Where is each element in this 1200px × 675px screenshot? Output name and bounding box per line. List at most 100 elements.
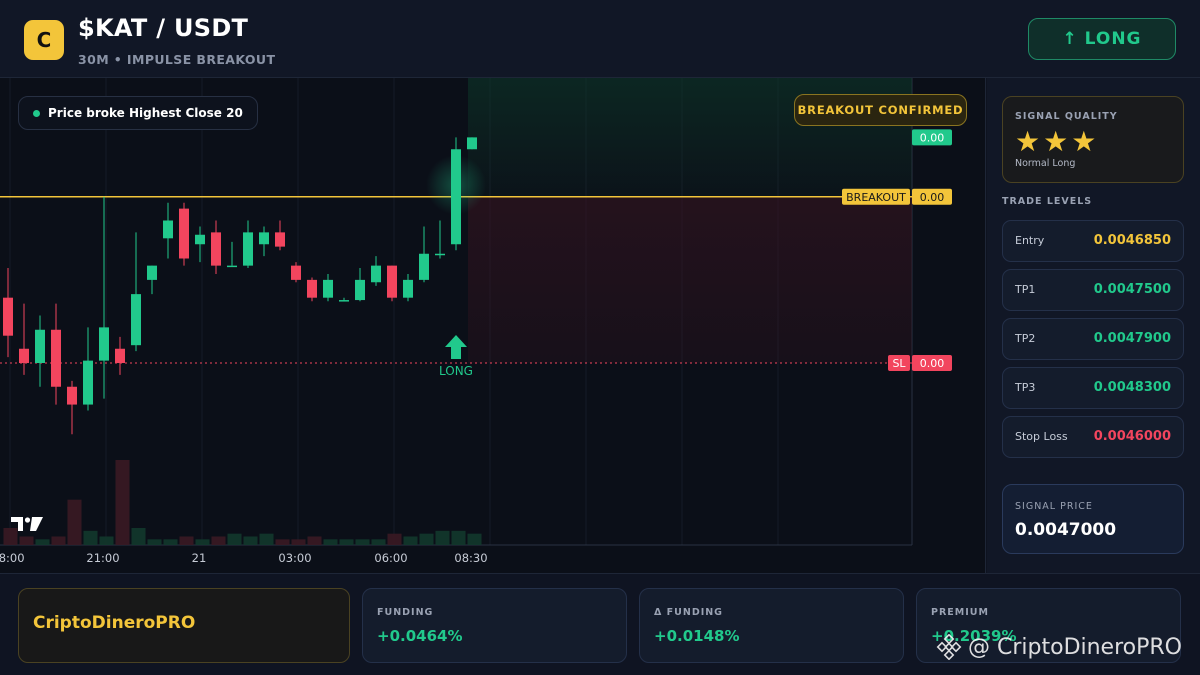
- candle-body: [243, 232, 253, 266]
- level-value: 0.0046850: [1093, 233, 1171, 248]
- star-rating-icon: ★★★: [1015, 125, 1100, 158]
- volume-bar: [387, 533, 402, 545]
- volume-bar: [99, 536, 114, 545]
- volume-bar: [147, 539, 162, 545]
- volume-bar: [371, 539, 386, 545]
- candle-body: [371, 265, 381, 283]
- stat-label: FUNDING: [377, 607, 434, 618]
- stat-value: +0.0148%: [654, 627, 740, 645]
- volume-bar: [51, 536, 66, 545]
- level-value: 0.0048300: [1093, 380, 1171, 395]
- x-tick-label: 08:30: [454, 551, 487, 565]
- candle-body: [83, 360, 93, 405]
- header-bar: C $KAT / USDT 30M • IMPULSE BREAKOUT ↑ L…: [0, 0, 1200, 78]
- stop-loss-price-tag: 0.00: [920, 357, 945, 370]
- volume-bar: [243, 536, 258, 545]
- app-logo: C: [24, 20, 64, 60]
- info-pill: Price broke Highest Close 20: [18, 96, 258, 130]
- volume-bar: [67, 499, 82, 545]
- volume-bar: [163, 539, 178, 545]
- volume-bar: [131, 528, 146, 545]
- volume-bar: [195, 539, 210, 545]
- candle-body: [323, 279, 333, 298]
- candle-body: [291, 265, 301, 280]
- candle-body: [195, 234, 205, 245]
- volume-bar: [451, 530, 466, 545]
- candle-body: [163, 220, 173, 239]
- long-signal-label: LONG: [439, 364, 473, 378]
- candle-body: [419, 253, 429, 280]
- volume-bar: [403, 536, 418, 545]
- signal-price-card: SIGNAL PRICE 0.0047000: [1002, 484, 1184, 554]
- stat-label: PREMIUM: [931, 607, 989, 618]
- price-chart[interactable]: LONG 0.00 BREAKOUT 0.00 SL 0.00 18:00 21:00 21 03…: [0, 78, 986, 573]
- signal-quality-card: SIGNAL QUALITY ★★★ Normal Long: [1002, 96, 1184, 183]
- x-tick-label: 03:00: [278, 551, 311, 565]
- volume-bar: [419, 533, 434, 545]
- watermark: @ CriptoDineroPRO: [936, 634, 1182, 660]
- volume-bar: [227, 533, 242, 545]
- candle-body: [275, 232, 285, 247]
- candle-body: [227, 265, 237, 268]
- volume-bar: [83, 530, 98, 545]
- x-tick-label: 21: [192, 551, 207, 565]
- signal-quality-label: SIGNAL QUALITY: [1015, 111, 1118, 122]
- level-name: Stop Loss: [1015, 430, 1068, 443]
- pair-title: $KAT / USDT: [78, 14, 249, 42]
- candle-body: [147, 265, 157, 280]
- brand-name: CriptoDineroPRO: [33, 613, 196, 633]
- binance-icon: [936, 634, 962, 660]
- level-name: Entry: [1015, 234, 1045, 247]
- volume-bar: [259, 533, 274, 545]
- candlestick-chart[interactable]: LONG 0.00 BREAKOUT 0.00 SL 0.00 18:00 21:00 21 03…: [0, 78, 986, 573]
- delta-funding-card: Δ FUNDING +0.0148%: [639, 588, 904, 663]
- funding-card: FUNDING +0.0464%: [362, 588, 627, 663]
- candle-body: [435, 253, 445, 256]
- volume-bar: [467, 533, 482, 545]
- candle-body: [211, 232, 221, 266]
- info-pill-text: Price broke Highest Close 20: [48, 106, 243, 120]
- x-tick-label: 21:00: [86, 551, 119, 565]
- volume-bar: [291, 539, 306, 545]
- level-value: 0.0047500: [1093, 282, 1171, 297]
- volume-bar: [307, 536, 322, 545]
- level-tp1: TP1 0.0047500: [1002, 269, 1184, 311]
- candle-body: [355, 279, 365, 301]
- tradingview-logo: [10, 515, 44, 538]
- volume-bar: [179, 536, 194, 545]
- pair-subtitle: 30M • IMPULSE BREAKOUT: [78, 52, 276, 67]
- signal-price-label: SIGNAL PRICE: [1015, 501, 1093, 512]
- volume-bar: [435, 530, 450, 545]
- level-stop-loss: Stop Loss 0.0046000: [1002, 416, 1184, 458]
- breakout-confirmed-badge: BREAKOUT CONFIRMED: [794, 94, 967, 126]
- candle-body: [19, 348, 29, 363]
- volume-bar: [211, 536, 226, 545]
- long-signal-arrow-icon: [445, 335, 467, 359]
- trade-levels-title: TRADE LEVELS: [1002, 196, 1093, 207]
- green-dot-icon: [33, 109, 40, 117]
- candle-body: [3, 297, 13, 336]
- candle-body: [451, 149, 461, 245]
- volume-bar: [35, 539, 50, 545]
- candle-body: [99, 327, 109, 361]
- candle-body: [467, 137, 477, 150]
- volume-bar: [323, 539, 338, 545]
- breakout-tag: BREAKOUT: [846, 191, 906, 204]
- candle-body: [115, 348, 125, 363]
- level-value: 0.0047900: [1093, 331, 1171, 346]
- level-name: TP1: [1015, 283, 1036, 296]
- tradingview-icon: [11, 517, 43, 531]
- x-tick-label: 18:00: [0, 551, 25, 565]
- candle-body: [403, 279, 413, 298]
- long-direction-button[interactable]: ↑ LONG: [1028, 18, 1176, 60]
- level-name: TP2: [1015, 332, 1036, 345]
- volume-bar: [355, 539, 370, 545]
- level-tp2: TP2 0.0047900: [1002, 318, 1184, 360]
- candle-body: [307, 279, 317, 298]
- candle-body: [131, 294, 141, 346]
- volume-bar: [275, 539, 290, 545]
- stop-loss-tag: SL: [892, 357, 906, 370]
- candle-body: [339, 300, 349, 302]
- signal-price-value: 0.0047000: [1015, 520, 1117, 540]
- level-entry: Entry 0.0046850: [1002, 220, 1184, 262]
